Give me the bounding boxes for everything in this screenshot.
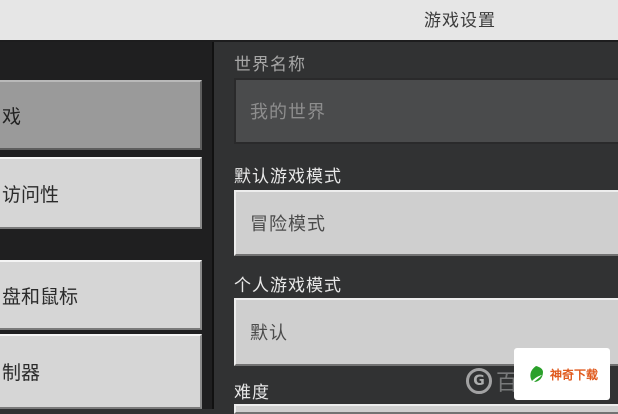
default-game-mode-label: 默认游戏模式 [234,167,342,187]
brand-logo: 神奇下载 [514,348,610,400]
sidebar-item-label: 制器 [2,362,41,384]
personal-game-mode-label: 个人游戏模式 [234,276,342,296]
difficulty-label: 难度 [234,383,270,403]
default-game-mode-value: 冒险模式 [250,214,326,235]
page-title: 游戏设置 [424,11,496,31]
settings-sidebar: 戏 访问性 盘和鼠标 制器 [0,42,214,409]
sidebar-item-label: 盘和鼠标 [2,285,79,308]
title-bar: 游戏设置 [0,0,618,42]
world-name-label: 世界名称 [234,55,306,75]
sidebar-item-controller[interactable]: 制器 [0,334,202,409]
sidebar-item-keyboard-mouse[interactable]: 盘和鼠标 [0,260,202,330]
brand-name: 神奇下载 [549,367,598,382]
world-name-field: 我的世界 [234,78,618,144]
sidebar-item-label: 访问性 [2,183,60,206]
sidebar-item-accessibility[interactable]: 访问性 [0,157,202,229]
sidebar-item-game[interactable]: 戏 [0,80,202,150]
personal-game-mode-value: 默认 [250,323,288,344]
world-name-value: 我的世界 [250,102,326,123]
watermark-logo-icon: G [466,367,492,394]
sidebar-item-label: 戏 [2,105,22,128]
leaf-icon [530,366,543,382]
default-game-mode-dropdown[interactable]: 冒险模式 [234,190,618,256]
